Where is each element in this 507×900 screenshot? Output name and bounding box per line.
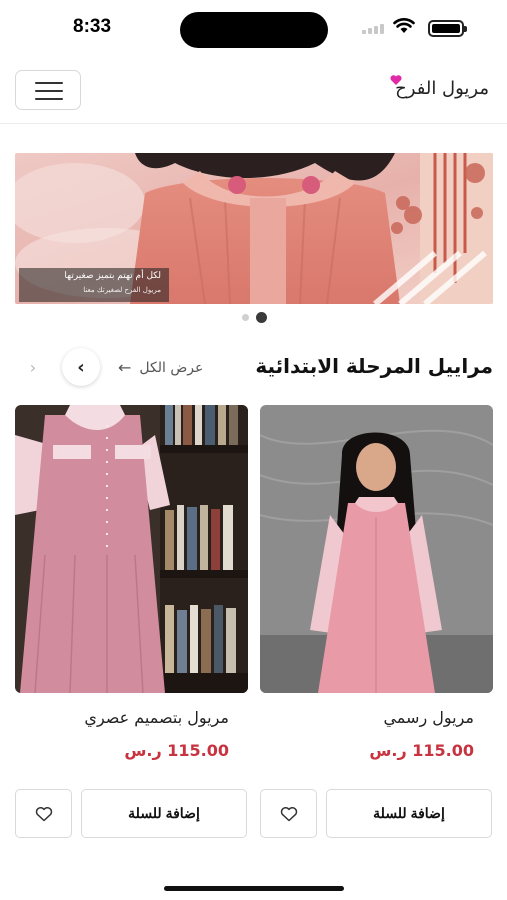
home-indicator (164, 886, 344, 891)
carousel-indicator (0, 312, 507, 324)
chevron-right-icon: › (29, 357, 37, 377)
heart-icon (280, 806, 297, 821)
banner-caption-line1: لكل أم تهتم بتميز صغيرتها (64, 271, 161, 281)
banner-caption-line2: مريول الفرح لصغيرتك معنا (83, 286, 161, 294)
carousel-next-button[interactable]: ‹ (62, 348, 100, 386)
cellular-signal-icon (362, 24, 388, 34)
view-all-link[interactable]: عرض الكل ← (118, 358, 203, 377)
carousel-dot[interactable] (242, 314, 249, 321)
view-all-label: عرض الكل (139, 359, 204, 376)
brand-logo[interactable]: مريول الفرح (395, 78, 489, 99)
add-to-cart-button[interactable]: إضافة للسلة (81, 789, 247, 838)
add-to-cart-button[interactable]: إضافة للسلة (326, 789, 492, 838)
banner-caption: لكل أم تهتم بتميز صغيرتها مريول الفرح لص… (19, 268, 169, 302)
menu-button[interactable] (15, 70, 81, 110)
carousel-prev-button[interactable]: › (20, 354, 46, 380)
status-time: 8:33 (73, 16, 112, 37)
product-image[interactable] (15, 405, 248, 693)
wishlist-button[interactable] (15, 789, 72, 838)
product-image[interactable] (260, 405, 493, 693)
dynamic-island (180, 12, 328, 48)
promo-banner[interactable]: لكل أم تهتم بتميز صغيرتها مريول الفرح لص… (15, 153, 493, 304)
battery-icon (428, 20, 467, 37)
product-price: 115.00 ر.س (369, 741, 474, 760)
carousel-dot-active[interactable] (256, 312, 267, 323)
product-price: 115.00 ر.س (124, 741, 229, 760)
app-header: مريول الفرح (0, 62, 507, 124)
section-title: مراييل المرحلة الابتدائية (255, 354, 493, 378)
product-name[interactable]: مريول رسمي (383, 708, 474, 727)
status-bar: 8:33 (0, 0, 507, 56)
arrow-left-icon: ← (118, 358, 132, 377)
wishlist-button[interactable] (260, 789, 317, 838)
hamburger-icon (35, 82, 63, 84)
chevron-left-icon: ‹ (77, 356, 85, 378)
heart-icon (35, 806, 52, 821)
wifi-icon (393, 18, 415, 33)
product-name[interactable]: مريول بتصميم عصري (84, 708, 229, 727)
